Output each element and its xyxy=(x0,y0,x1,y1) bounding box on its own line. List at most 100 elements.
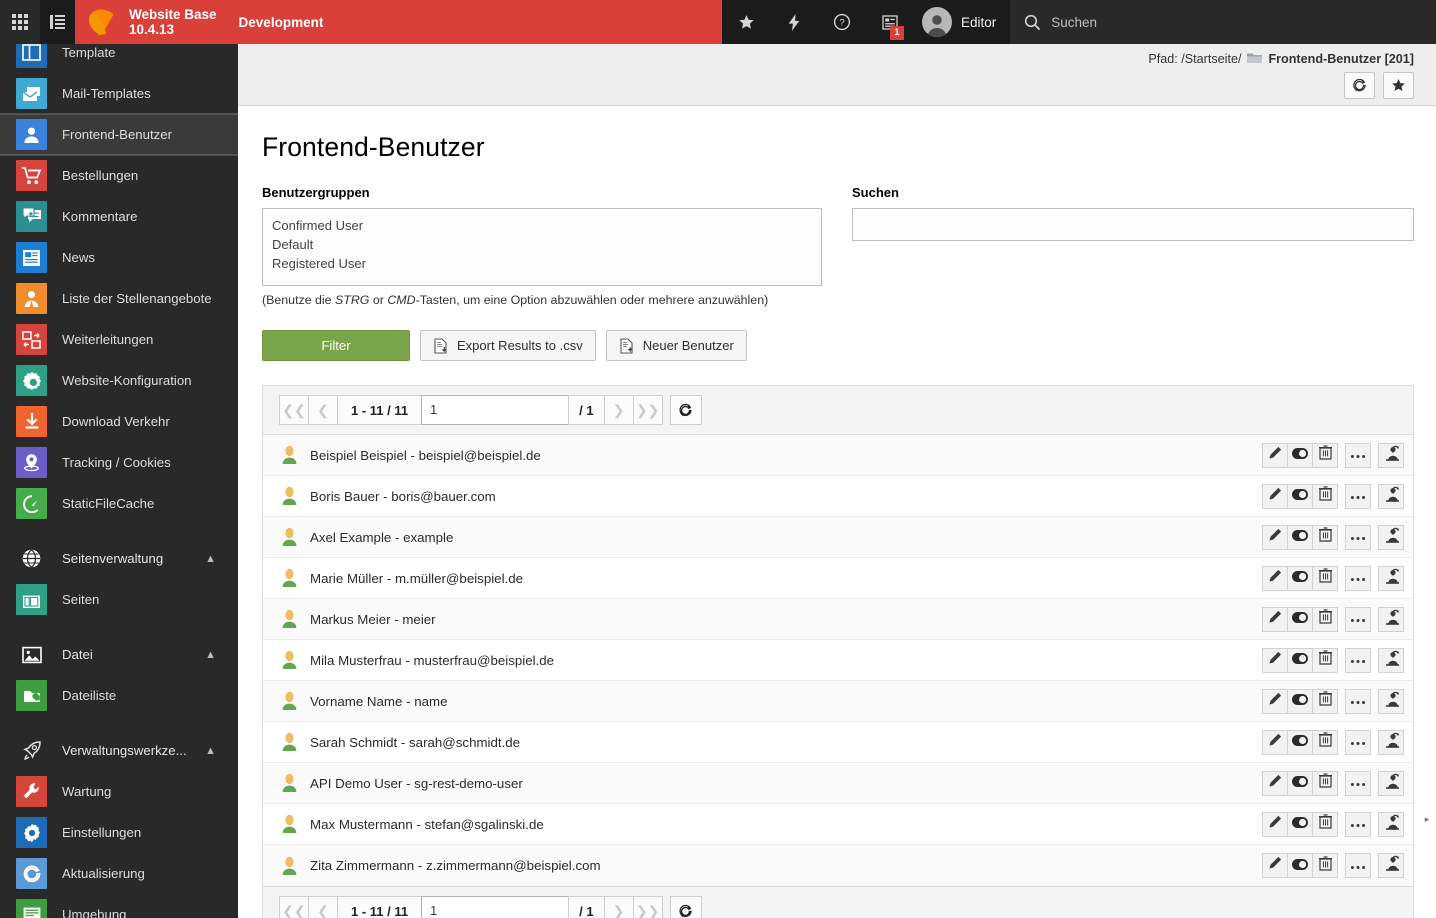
toggle-hide-button[interactable] xyxy=(1287,729,1313,755)
table-row[interactable]: Markus Meier - meier xyxy=(263,599,1413,640)
first-page-button[interactable]: ❮❮ xyxy=(279,395,309,425)
toggle-hide-button[interactable] xyxy=(1287,524,1313,550)
sidebar-item-website-konfiguration[interactable]: Website-Konfiguration xyxy=(0,360,238,401)
table-row[interactable]: Marie Müller - m.müller@beispiel.de xyxy=(263,558,1413,599)
prev-page-button[interactable]: ❮ xyxy=(308,395,338,425)
edit-pencil-button[interactable] xyxy=(1262,647,1288,673)
edit-pencil-button[interactable] xyxy=(1262,729,1288,755)
usergroup-option[interactable]: Confirmed User xyxy=(272,216,812,235)
more-ellipsis-button[interactable] xyxy=(1345,524,1371,550)
sidebar-item-tracking-cookies[interactable]: Tracking / Cookies xyxy=(0,442,238,483)
delete-trash-button[interactable] xyxy=(1312,442,1338,468)
more-ellipsis-button[interactable] xyxy=(1345,483,1371,509)
export-csv-button[interactable]: Export Results to .csv xyxy=(420,330,596,361)
pagination-reload-button[interactable] xyxy=(669,395,702,425)
next-page-button[interactable]: ❯ xyxy=(603,395,634,425)
delete-trash-button[interactable] xyxy=(1312,524,1338,550)
more-ellipsis-button[interactable] xyxy=(1345,688,1371,714)
delete-trash-button[interactable] xyxy=(1312,647,1338,673)
sidebar-item-aktualisierung[interactable]: Aktualisierung xyxy=(0,853,238,894)
table-row[interactable]: Max Mustermann - stefan@sgalinski.de xyxy=(263,804,1413,845)
sidebar-item-liste-der-stellenangebote[interactable]: Liste der Stellenangebote xyxy=(0,278,238,319)
toggle-hide-button[interactable] xyxy=(1287,606,1313,632)
sidebar-item-wartung[interactable]: Wartung xyxy=(0,771,238,812)
sidebar-item-seiten[interactable]: Seiten xyxy=(0,579,238,620)
switch-user-button[interactable] xyxy=(1378,483,1404,509)
table-row[interactable]: Beispiel Beispiel - beispiel@beispiel.de xyxy=(263,435,1413,476)
user-menu[interactable]: Editor xyxy=(914,0,1010,44)
filter-button[interactable]: Filter xyxy=(262,330,410,361)
reload-button[interactable] xyxy=(1344,72,1375,99)
sidebar-section-verwaltungswerkze[interactable]: Verwaltungswerkze... ▲ xyxy=(0,730,238,771)
sidebar-item-umgebung[interactable]: Umgebung xyxy=(0,894,238,918)
sidebar-item-mail-templates[interactable]: Mail-Templates xyxy=(0,73,238,114)
table-row[interactable]: Sarah Schmidt - sarah@schmidt.de xyxy=(263,722,1413,763)
switch-user-button[interactable] xyxy=(1378,606,1404,632)
sidebar-item-dateiliste[interactable]: Dateiliste xyxy=(0,675,238,716)
page-number-input[interactable] xyxy=(421,896,570,918)
switch-user-button[interactable] xyxy=(1378,524,1404,550)
module-menu-toggle[interactable] xyxy=(0,0,40,44)
pagination-reload-button[interactable] xyxy=(669,896,702,918)
systeminformation-button[interactable]: 1 xyxy=(866,0,914,44)
more-ellipsis-button[interactable] xyxy=(1345,647,1371,673)
help-button[interactable]: ? xyxy=(818,0,866,44)
search-input[interactable] xyxy=(852,208,1414,241)
delete-trash-button[interactable] xyxy=(1312,811,1338,837)
delete-trash-button[interactable] xyxy=(1312,483,1338,509)
toggle-hide-button[interactable] xyxy=(1287,688,1313,714)
edit-pencil-button[interactable] xyxy=(1262,524,1288,550)
scroll-indicator[interactable]: ▸ xyxy=(1420,814,1434,824)
more-ellipsis-button[interactable] xyxy=(1345,770,1371,796)
page-number-input[interactable] xyxy=(421,395,570,425)
edit-pencil-button[interactable] xyxy=(1262,606,1288,632)
table-row[interactable]: Boris Bauer - boris@bauer.com xyxy=(263,476,1413,517)
switch-user-button[interactable] xyxy=(1378,647,1404,673)
more-ellipsis-button[interactable] xyxy=(1345,565,1371,591)
toggle-hide-button[interactable] xyxy=(1287,565,1313,591)
usergroups-select[interactable]: Confirmed User Default Registered User xyxy=(262,208,822,286)
switch-user-button[interactable] xyxy=(1378,853,1404,878)
table-row[interactable]: Axel Example - example xyxy=(263,517,1413,558)
edit-pencil-button[interactable] xyxy=(1262,688,1288,714)
switch-user-button[interactable] xyxy=(1378,688,1404,714)
table-row[interactable]: Vorname Name - name xyxy=(263,681,1413,722)
table-row[interactable]: Zita Zimmermann - z.zimmermann@beispiel.… xyxy=(263,845,1413,886)
sidebar-item-news[interactable]: News xyxy=(0,237,238,278)
first-page-button[interactable]: ❮❮ xyxy=(279,896,309,918)
sidebar-section-datei[interactable]: Datei ▲ xyxy=(0,634,238,675)
sidebar-section-seitenverwaltung[interactable]: Seitenverwaltung ▲ xyxy=(0,538,238,579)
table-row[interactable]: Mila Musterfrau - musterfrau@beispiel.de xyxy=(263,640,1413,681)
sidebar-item-staticfilecache[interactable]: StaticFileCache xyxy=(0,483,238,524)
toggle-hide-button[interactable] xyxy=(1287,811,1313,837)
new-user-button[interactable]: Neuer Benutzer xyxy=(605,330,747,361)
more-ellipsis-button[interactable] xyxy=(1345,606,1371,632)
more-ellipsis-button[interactable] xyxy=(1345,811,1371,837)
switch-user-button[interactable] xyxy=(1378,565,1404,591)
edit-pencil-button[interactable] xyxy=(1262,770,1288,796)
list-menu-toggle[interactable] xyxy=(40,0,75,44)
more-ellipsis-button[interactable] xyxy=(1345,442,1371,468)
edit-pencil-button[interactable] xyxy=(1262,811,1288,837)
switch-user-button[interactable] xyxy=(1378,442,1404,468)
toggle-hide-button[interactable] xyxy=(1287,483,1313,509)
switch-user-button[interactable] xyxy=(1378,729,1404,755)
bookmarks-star-button[interactable] xyxy=(722,0,770,44)
bookmark-button[interactable] xyxy=(1383,72,1414,99)
sidebar-item-template[interactable]: Template xyxy=(0,44,238,73)
usergroup-option[interactable]: Registered User xyxy=(272,254,812,273)
last-page-button[interactable]: ❯❯ xyxy=(632,896,663,918)
delete-trash-button[interactable] xyxy=(1312,606,1338,632)
toggle-hide-button[interactable] xyxy=(1287,853,1313,878)
sidebar-item-frontend-benutzer[interactable]: Frontend-Benutzer xyxy=(0,113,238,156)
more-ellipsis-button[interactable] xyxy=(1345,853,1371,878)
flash-lightning-button[interactable] xyxy=(770,0,818,44)
switch-user-button[interactable] xyxy=(1378,770,1404,796)
table-row[interactable]: API Demo User - sg-rest-demo-user xyxy=(263,763,1413,804)
sidebar-item-weiterleitungen[interactable]: Weiterleitungen xyxy=(0,319,238,360)
sidebar-item-bestellungen[interactable]: Bestellungen xyxy=(0,155,238,196)
delete-trash-button[interactable] xyxy=(1312,729,1338,755)
toggle-hide-button[interactable] xyxy=(1287,770,1313,796)
global-search[interactable]: Suchen xyxy=(1010,0,1436,44)
delete-trash-button[interactable] xyxy=(1312,688,1338,714)
